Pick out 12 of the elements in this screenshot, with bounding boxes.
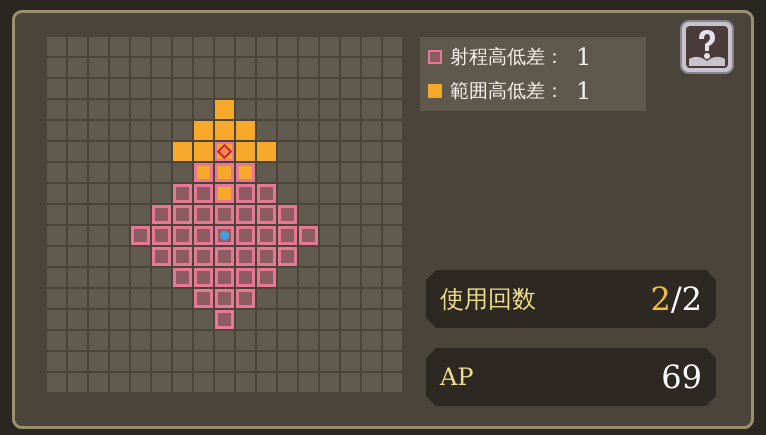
legend-value: 1 <box>576 77 592 105</box>
legend-swatch-icon <box>428 84 442 98</box>
uses-value: 2/2 <box>650 280 702 318</box>
legend-swatch-icon <box>428 50 442 64</box>
caster-icon <box>221 232 228 239</box>
legend-label: 範囲高低差： <box>450 79 564 104</box>
legend-label: 射程高低差： <box>450 45 564 70</box>
help-icon[interactable] <box>679 19 735 75</box>
uses-label: 使用回数 <box>440 284 536 315</box>
ap-label: AP <box>440 363 474 391</box>
legend-value: 1 <box>576 43 592 71</box>
ap-value: 69 <box>661 358 702 396</box>
